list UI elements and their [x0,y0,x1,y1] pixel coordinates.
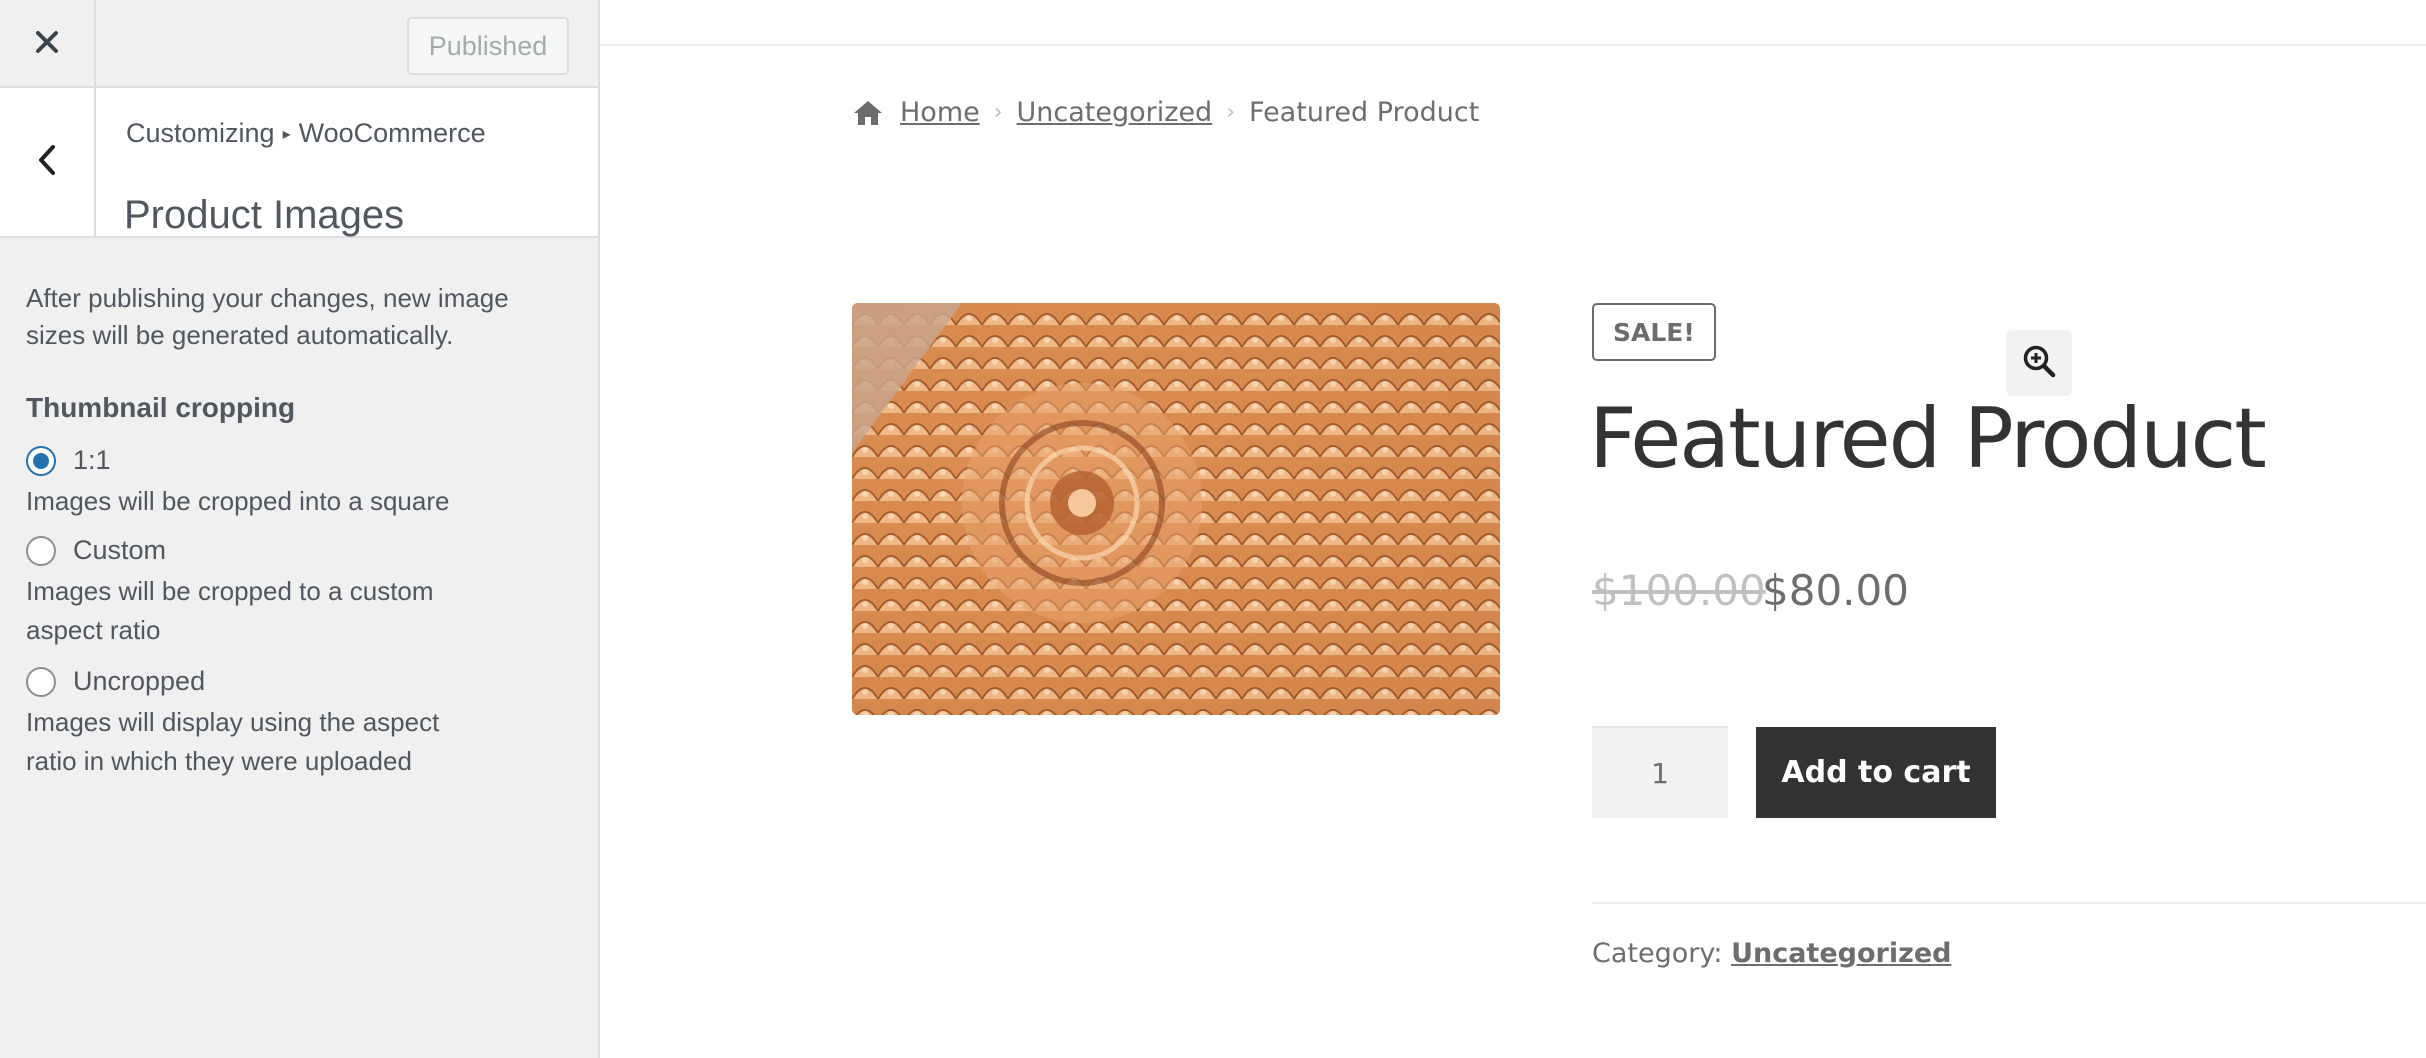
sale-badge: SALE! [1592,303,1716,361]
chevron-left-icon [36,143,58,182]
section-header: Customizing ▸ WooCommerce Product Images [0,88,598,238]
home-icon [852,99,884,127]
radio-label: Custom [73,535,167,565]
option-description: Images will be cropped into a square [26,486,450,516]
publish-button[interactable]: Published [407,17,569,75]
back-button[interactable] [0,88,96,236]
section-title: Product Images [124,193,405,238]
radio-1-1[interactable] [26,445,56,476]
option-description: Images will be cropped to a custom aspec… [26,576,434,645]
crop-option-custom: Custom Images will be cropped to a custo… [26,535,496,650]
breadcrumb-prefix: Customizing [126,118,275,148]
product-title: Featured Product [1589,390,2267,487]
radio-row-1-1[interactable]: 1:1 [26,445,449,476]
chevron-right-icon: › [1226,100,1236,125]
add-to-cart-button[interactable]: Add to cart [1756,727,1996,818]
category-label: Category: [1592,938,1723,969]
product-image[interactable] [852,303,1500,715]
quantity-input[interactable]: 1 [1592,726,1728,818]
chevron-right-icon: › [993,100,1003,125]
section-description: After publishing your changes, new image… [26,283,509,350]
breadcrumb-separator: ▸ [282,126,291,143]
option-description: Images will display using the aspect rat… [26,707,440,776]
breadcrumb: Home › Uncategorized › Featured Product [852,97,1479,128]
customizer-sidebar: Published Customizing ▸ WooCommerce Produc… [0,0,600,1058]
crop-option-uncropped: Uncropped Images will display using the … [26,666,496,781]
category-link[interactable]: Uncategorized [1731,938,1951,969]
zoom-in-icon [2022,344,2056,382]
close-icon [34,29,60,60]
product-category: Category: Uncategorized [1592,938,1951,969]
breadcrumb-current: Featured Product [1249,97,1480,128]
site-preview: Home › Uncategorized › Featured Product [600,0,2426,1058]
radio-label: Uncropped [73,666,206,696]
radio-custom[interactable] [26,535,56,566]
radio-uncropped[interactable] [26,666,56,697]
header-divider [600,44,2426,46]
breadcrumb-section: WooCommerce [298,118,486,148]
breadcrumb-home-link[interactable]: Home [900,97,980,128]
radio-row-custom[interactable]: Custom [26,535,496,566]
close-button[interactable] [0,0,96,88]
zoom-button[interactable] [2006,330,2072,396]
radio-label: 1:1 [73,445,111,475]
breadcrumb-category-link[interactable]: Uncategorized [1017,97,1213,128]
radio-row-uncropped[interactable]: Uncropped [26,666,496,697]
thumbnail-cropping-heading: Thumbnail cropping [26,392,296,423]
sale-price: $80.00 [1762,566,1909,615]
customizer-breadcrumb: Customizing ▸ WooCommerce [126,118,486,149]
crop-option-1-1: 1:1 Images will be cropped into a square [26,445,449,521]
customizer-header: Published [0,0,598,88]
original-price: $100.00 [1592,566,1766,615]
product-meta-divider [1592,902,2426,904]
